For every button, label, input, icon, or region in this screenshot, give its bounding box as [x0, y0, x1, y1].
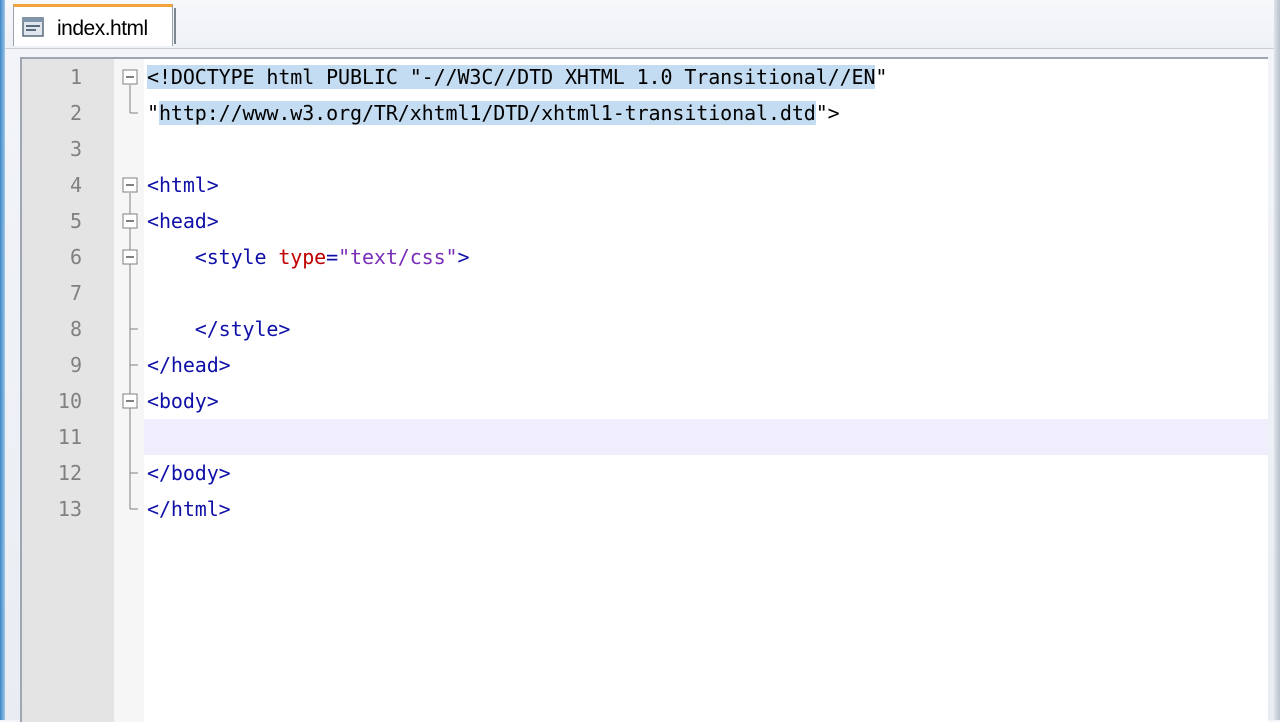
- line-number: 2: [69, 101, 82, 125]
- code-token: ": [147, 101, 159, 125]
- selected-code-token: http://www.w3.org/TR/xhtml1/DTD/xhtml1-t…: [158, 101, 816, 125]
- html-file-icon: [22, 17, 44, 37]
- code-text: "http://www.w3.org/TR/xhtml1/DTD/xhtml1-…: [147, 95, 840, 131]
- code-token: <head>: [147, 209, 219, 233]
- code-text: <html>: [147, 167, 219, 203]
- code-token: <body>: [147, 389, 219, 413]
- selected-code-token: -//W3C//DTD XHTML 1.0 Transitional//EN: [421, 65, 876, 89]
- tab-index-html[interactable]: index.html: [13, 4, 173, 46]
- code-text: </body>: [147, 455, 231, 491]
- code-line[interactable]: 1 <!DOCTYPE html PUBLIC "-//W3C//DTD XHTM…: [22, 59, 1268, 95]
- code-token: "text/css": [338, 245, 458, 269]
- code-text: <!DOCTYPE html PUBLIC "-//W3C//DTD XHTML…: [147, 59, 887, 95]
- code-line[interactable]: 5 <head>: [22, 203, 1268, 239]
- tab-label: index.html: [57, 17, 148, 40]
- code-text: </style>: [147, 311, 291, 347]
- code-text: </html>: [147, 491, 231, 527]
- code-token: </html>: [147, 497, 231, 521]
- line-number: 1: [69, 65, 82, 89]
- code-line[interactable]: 10 <body>: [22, 383, 1268, 419]
- code-line[interactable]: 13 </html>: [22, 491, 1268, 527]
- selected-code-token: <!DOCTYPE html PUBLIC ": [147, 65, 422, 89]
- code-token: >: [457, 245, 470, 269]
- line-number: 10: [57, 389, 82, 413]
- code-line[interactable]: 6 <style type="text/css">: [22, 239, 1268, 275]
- window-right-edge: [1274, 0, 1280, 720]
- code-line[interactable]: 9 </head>: [22, 347, 1268, 383]
- code-token: </head>: [147, 353, 231, 377]
- code-token: <html>: [147, 173, 219, 197]
- code-token: </style>: [147, 317, 291, 341]
- current-line-highlight: [144, 419, 1268, 455]
- code-text: </head>: [147, 347, 231, 383]
- line-number: 9: [69, 353, 82, 377]
- code-area[interactable]: 1 <!DOCTYPE html PUBLIC "-//W3C//DTD XHTM…: [22, 59, 1268, 722]
- code-line[interactable]: 2 "http://www.w3.org/TR/xhtml1/DTD/xhtml1…: [22, 95, 1268, 131]
- line-number: 6: [69, 245, 82, 269]
- tab-separator: [174, 8, 176, 44]
- code-token: ">: [815, 101, 840, 125]
- code-token: =: [326, 245, 339, 269]
- code-line[interactable]: 4 <html>: [22, 167, 1268, 203]
- code-line[interactable]: 11: [22, 419, 1268, 455]
- code-editor[interactable]: 1 <!DOCTYPE html PUBLIC "-//W3C//DTD XHTM…: [20, 57, 1268, 722]
- code-text: <head>: [147, 203, 219, 239]
- code-line[interactable]: 12 </body>: [22, 455, 1268, 491]
- code-text: <body>: [147, 383, 219, 419]
- code-token: </body>: [147, 461, 231, 485]
- tab-bar: index.html: [5, 0, 1274, 49]
- line-number: 11: [57, 425, 82, 449]
- code-line[interactable]: 7: [22, 275, 1268, 311]
- window-left-edge: [0, 0, 5, 720]
- line-number: 7: [69, 281, 82, 305]
- code-token: type: [278, 245, 327, 269]
- code-line[interactable]: 8 </style>: [22, 311, 1268, 347]
- line-number: 4: [69, 173, 82, 197]
- code-line[interactable]: 3: [22, 131, 1268, 167]
- code-token: ": [875, 65, 888, 89]
- line-number: 12: [57, 461, 82, 485]
- code-token: <style: [147, 245, 279, 269]
- line-number: 3: [69, 137, 82, 161]
- line-number: 5: [69, 209, 82, 233]
- code-text: <style type="text/css">: [147, 239, 470, 275]
- line-number: 8: [69, 317, 82, 341]
- line-number: 13: [57, 497, 82, 521]
